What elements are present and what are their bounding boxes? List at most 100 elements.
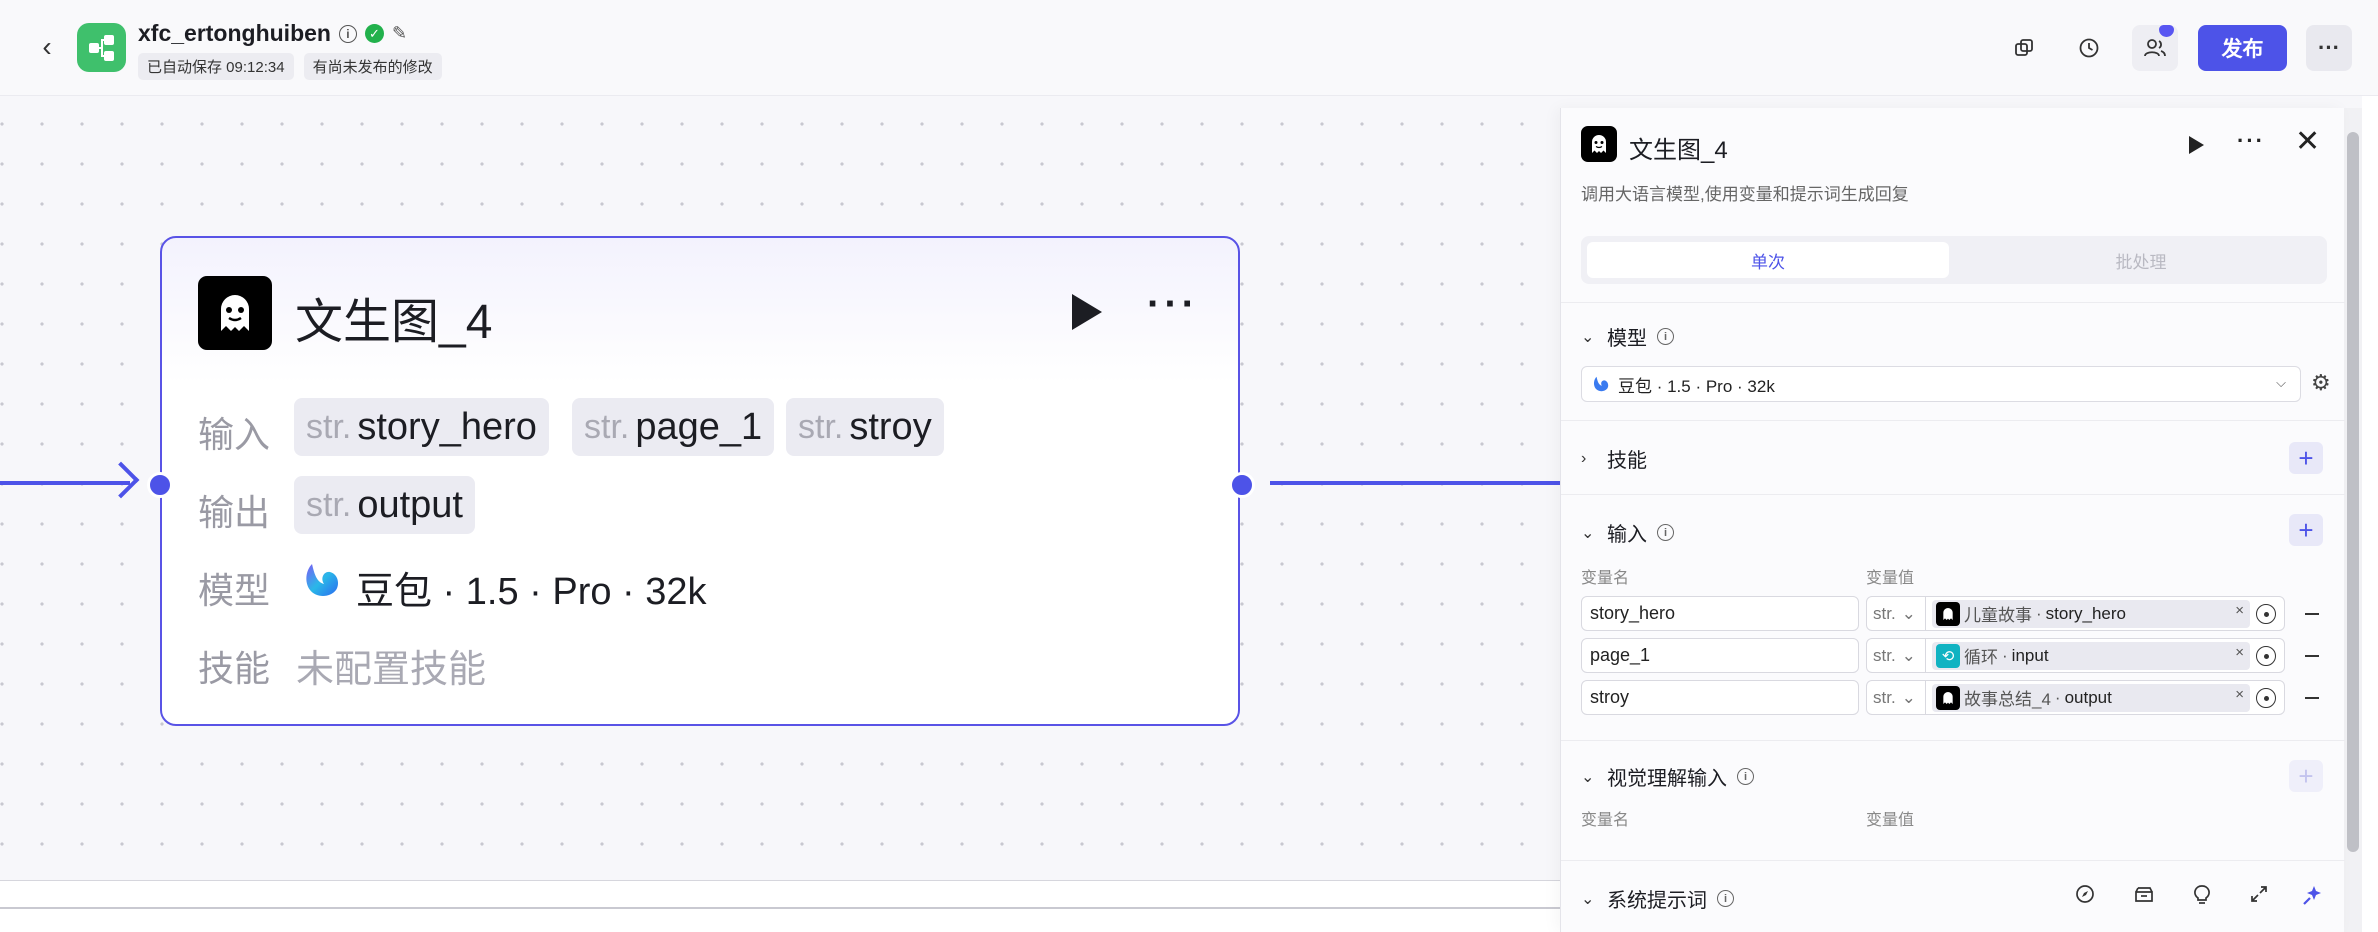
ghost-icon <box>1581 126 1617 162</box>
var-name-input[interactable]: page_1 <box>1581 638 1859 673</box>
input-section-header[interactable]: ⌄ 输入 i <box>1581 518 1674 547</box>
chevron-down-icon: ⌄ <box>1581 524 1595 542</box>
autosave-badge: 已自动保存 09:12:34 <box>138 53 294 80</box>
chevron-down-icon: ⌄ <box>1581 328 1595 346</box>
run-node-icon[interactable] <box>2189 136 2204 154</box>
app-name: xfc_ertonghuiben <box>138 20 331 46</box>
add-vision-input-button[interactable]: + <box>2289 760 2323 792</box>
ref-field: input <box>2011 645 2049 665</box>
tab-batch[interactable]: 批处理 <box>1961 242 2321 278</box>
var-name-input[interactable]: stroy <box>1581 680 1859 715</box>
history-icon[interactable] <box>2066 25 2112 71</box>
remove-row-icon[interactable] <box>2305 697 2319 699</box>
ref-chip: ⟲ 循环 · input × <box>1932 641 2250 670</box>
model-select[interactable]: 豆包 · 1.5 · Pro · 32k ⌵ <box>1581 366 2301 402</box>
app-title: xfc_ertonghuiben i ✓ ✎ <box>138 20 407 47</box>
edit-icon[interactable]: ✎ <box>392 23 407 44</box>
more-options-icon[interactable]: ··· <box>2306 25 2352 71</box>
type-select[interactable]: str. ⌄ <box>1866 680 1926 715</box>
vision-section-header[interactable]: ⌄ 视觉理解输入 i <box>1581 762 1754 791</box>
info-icon[interactable]: i <box>1717 890 1734 907</box>
input-chip: str. stroy <box>786 398 944 456</box>
bulb-icon[interactable] <box>2193 884 2211 912</box>
doubao-model-icon <box>1593 376 1609 392</box>
type-prefix: str. <box>584 407 630 446</box>
clear-icon[interactable]: × <box>2235 602 2244 619</box>
chevron-down-icon: ⌵ <box>2276 375 2286 390</box>
library-icon[interactable] <box>2133 884 2155 910</box>
type-label: str. <box>1873 645 1896 665</box>
compass-icon[interactable] <box>2075 884 2095 910</box>
target-icon[interactable] <box>2256 604 2276 624</box>
image-gen-node[interactable]: 文生图_4 ··· 输入 str. story_hero str. page_1 s… <box>147 236 1255 726</box>
var-value-header: 变量值 <box>1866 812 1915 829</box>
var-value-header: 变量值 <box>1866 570 1915 587</box>
gear-icon[interactable]: ⚙ <box>2311 370 2331 396</box>
remove-row-icon[interactable] <box>2305 613 2319 615</box>
close-icon[interactable]: ✕ <box>2295 124 2320 159</box>
panel-title[interactable]: 文生图_4 <box>1629 130 1728 165</box>
section-title: 系统提示词 <box>1607 890 1707 912</box>
system-prompt-header[interactable]: ⌄ 系统提示词 i <box>1581 884 1734 913</box>
tab-single[interactable]: 单次 <box>1587 242 1949 278</box>
node-more-icon[interactable]: ··· <box>1147 282 1199 327</box>
var-name-input[interactable]: story_hero <box>1581 596 1859 631</box>
panel-scrollbar[interactable] <box>2347 132 2359 852</box>
ref-source: 循环 <box>1964 648 1998 667</box>
add-input-button[interactable]: + <box>2289 514 2323 546</box>
premium-badge-icon <box>2159 25 2174 37</box>
clear-icon[interactable]: × <box>2235 644 2244 661</box>
input-label: 输入 <box>198 414 271 455</box>
var-value-ref[interactable]: 儿童故事 · story_hero × <box>1925 596 2285 631</box>
type-label: str. <box>1873 687 1896 707</box>
clear-icon[interactable]: × <box>2235 686 2244 703</box>
back-arrow-icon[interactable]: ‹ <box>30 30 64 64</box>
target-icon[interactable] <box>2256 688 2276 708</box>
output-port[interactable] <box>1229 472 1255 498</box>
type-select[interactable]: str. ⌄ <box>1866 638 1926 673</box>
outgoing-edge[interactable] <box>1270 481 1560 485</box>
ghost-icon <box>1936 685 1960 710</box>
publish-button[interactable]: 发布 <box>2198 25 2287 71</box>
input-chip: str. page_1 <box>572 398 775 456</box>
section-title: 视觉理解输入 <box>1607 768 1727 790</box>
model-label: 模型 <box>198 570 271 611</box>
ref-chip: 儿童故事 · story_hero × <box>1932 599 2250 628</box>
target-icon[interactable] <box>2256 646 2276 666</box>
info-icon[interactable]: i <box>1657 524 1674 541</box>
chevron-down-icon: ⌄ <box>1901 645 1916 665</box>
section-title: 模型 <box>1607 328 1647 350</box>
info-icon[interactable]: i <box>1737 768 1754 785</box>
model-value: 豆包 · 1.5 · Pro · 32k <box>1618 376 1775 396</box>
chevron-right-icon: › <box>1581 449 1587 467</box>
ref-field: story_hero <box>2045 603 2126 623</box>
duplicate-icon[interactable] <box>2001 25 2047 71</box>
remove-row-icon[interactable] <box>2305 655 2319 657</box>
output-label: 输出 <box>198 492 271 533</box>
input-port[interactable] <box>147 472 173 498</box>
var-value-ref[interactable]: 故事总结_4 · output × <box>1925 680 2285 715</box>
skill-value: 未配置技能 <box>296 649 487 691</box>
check-circle-icon: ✓ <box>364 24 384 43</box>
info-icon[interactable]: i <box>1657 328 1674 345</box>
input-name: story_hero <box>357 405 537 448</box>
collaborators-icon[interactable] <box>2132 25 2178 71</box>
panel-more-icon[interactable]: ··· <box>2237 128 2265 154</box>
ai-optimize-icon[interactable] <box>2301 884 2323 912</box>
status-badges: 已自动保存 09:12:34 有尚未发布的修改 <box>138 53 442 80</box>
expand-icon[interactable] <box>2249 884 2269 910</box>
ref-separator: · <box>2054 687 2061 707</box>
divider <box>1561 494 2345 495</box>
run-mode-tabs: 单次 批处理 <box>1581 236 2327 284</box>
var-value-ref[interactable]: ⟲ 循环 · input × <box>1925 638 2285 673</box>
model-value: 豆包 · 1.5 · Pro · 32k <box>356 571 707 613</box>
divider <box>1561 420 2345 421</box>
info-icon[interactable]: i <box>338 24 357 43</box>
model-section-header[interactable]: ⌄ 模型 i <box>1581 322 1674 351</box>
ref-chip: 故事总结_4 · output × <box>1932 683 2250 712</box>
ghost-icon <box>198 276 272 350</box>
run-node-icon[interactable] <box>1072 294 1102 330</box>
type-select[interactable]: str. ⌄ <box>1866 596 1926 631</box>
add-skill-button[interactable]: + <box>2289 442 2323 474</box>
skills-section-header[interactable]: › 技能 <box>1581 444 1647 473</box>
